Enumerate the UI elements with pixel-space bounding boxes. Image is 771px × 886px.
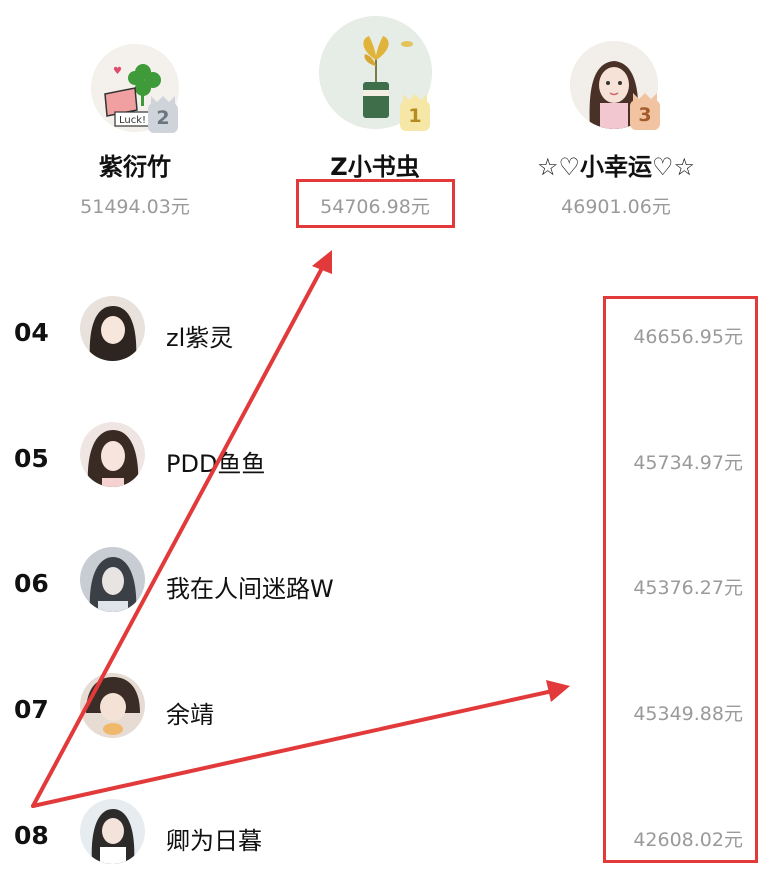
user-name: 余靖 [166,701,214,729]
rank-number: 3 [638,104,652,126]
user-name: PDD鱼鱼 [166,450,266,478]
podium-name: Z小书虫 [330,153,420,181]
rank-number: 08 [14,821,49,850]
rank-3-crown-icon: 3 [630,100,660,130]
rank-number: 06 [14,569,49,598]
rank-2-crown-icon: 2 [148,103,178,133]
leaderboard-podium: Luck! ♥ 2 紫衍竹 51494.03元 1 Z小书虫 54706.98元… [0,0,771,240]
podium-name: ☆♡小幸运♡☆ [536,153,696,181]
podium-name: 紫衍竹 [99,153,171,181]
avatar[interactable] [80,422,145,487]
user-name: 我在人间迷路W [166,575,334,603]
highlight-box-top-amount [296,179,455,228]
rank-number: 07 [14,695,49,724]
rank-number: 04 [14,318,49,347]
podium-amount: 51494.03元 [80,196,190,218]
rank-number: 05 [14,444,49,473]
avatar[interactable] [80,799,145,864]
arrow-head-top-amount [312,250,332,274]
highlight-box-list-amounts [603,296,758,863]
podium-amount: 46901.06元 [561,196,671,218]
user-name: zl紫灵 [166,324,234,352]
svg-text:Luck!: Luck! [119,115,146,126]
rank-number: 1 [408,105,422,127]
rank-number: 2 [156,107,170,129]
avatar[interactable] [80,547,145,612]
avatar[interactable] [80,296,145,361]
avatar[interactable] [80,673,145,738]
svg-text:♥: ♥ [113,66,122,77]
user-name: 卿为日暮 [166,827,262,855]
rank-1-crown-icon: 1 [400,101,430,131]
